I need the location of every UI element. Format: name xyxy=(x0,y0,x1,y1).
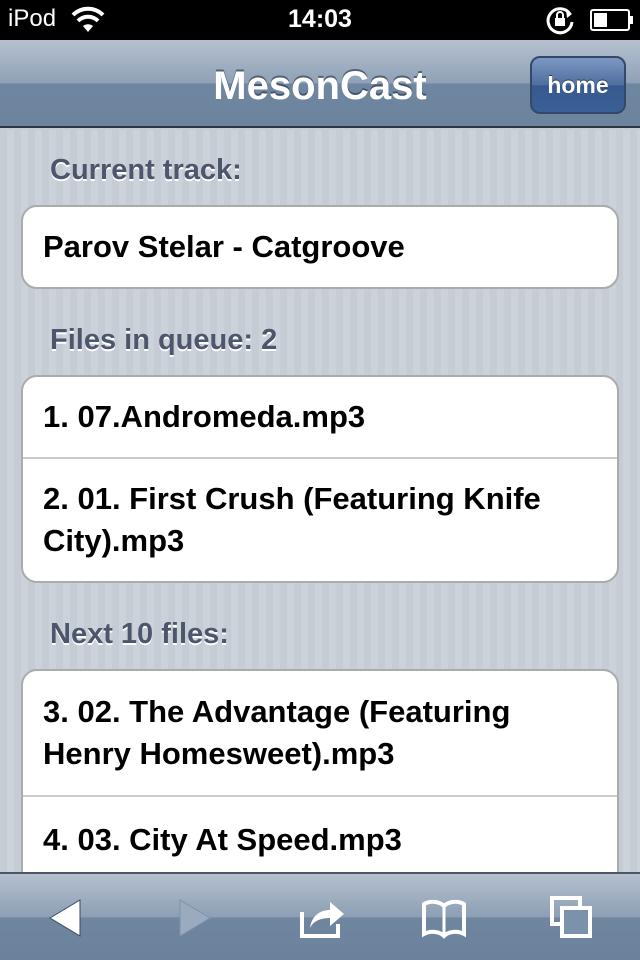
queue-item[interactable]: 1. 07.Andromeda.mp3 xyxy=(23,377,617,457)
queue-group: 1. 07.Andromeda.mp3 2. 01. First Crush (… xyxy=(21,375,619,583)
next-file-item[interactable]: 4. 03. City At Speed.mp3 xyxy=(23,795,617,872)
status-bar: iPod 14:03 xyxy=(0,0,640,40)
battery-icon xyxy=(590,9,633,31)
back-arrow-icon[interactable] xyxy=(42,894,90,942)
current-track-header: Current track: xyxy=(50,154,242,186)
current-track-group: Parov Stelar - Catgroove xyxy=(21,205,619,289)
forward-arrow-icon[interactable] xyxy=(170,894,218,942)
rotation-lock-icon xyxy=(546,7,574,35)
bookmarks-icon[interactable] xyxy=(420,894,468,942)
navigation-bar: MesonCast home xyxy=(0,40,640,128)
tabs-icon[interactable] xyxy=(548,894,596,942)
browser-toolbar xyxy=(0,872,640,960)
queue-item[interactable]: 2. 01. First Crush (Featuring Knife City… xyxy=(23,457,617,581)
content-area[interactable]: Current track: Parov Stelar - Catgroove … xyxy=(0,130,640,872)
next-file-item[interactable]: 3. 02. The Advantage (Featuring Henry Ho… xyxy=(23,671,617,795)
home-button[interactable]: home xyxy=(530,56,626,114)
share-icon[interactable] xyxy=(298,894,346,942)
current-track-cell[interactable]: Parov Stelar - Catgroove xyxy=(23,207,617,287)
queue-header: Files in queue: 2 xyxy=(50,324,278,356)
next-files-group: 3. 02. The Advantage (Featuring Henry Ho… xyxy=(21,669,619,872)
next-files-header: Next 10 files: xyxy=(50,618,229,650)
